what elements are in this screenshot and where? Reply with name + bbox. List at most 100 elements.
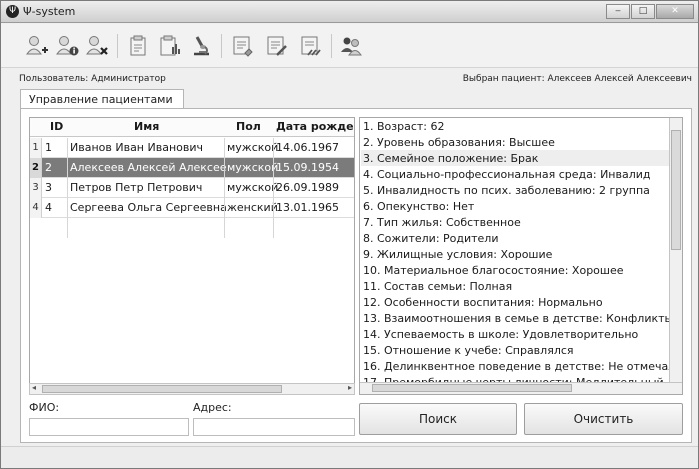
cell-sex: мужской — [227, 181, 279, 194]
microscope-button[interactable] — [187, 32, 215, 60]
scroll-right-icon[interactable]: ▸ — [348, 383, 352, 392]
scroll-left-icon[interactable]: ◂ — [32, 383, 36, 392]
document-stats-icon — [160, 35, 180, 56]
users-group-icon — [341, 37, 362, 56]
info-line: 7. Тип жилья: Собственное — [363, 216, 521, 229]
status-bar — [1, 446, 698, 468]
cell-id: 2 — [45, 161, 52, 174]
info-line: 11. Состав семьи: Полная — [363, 280, 513, 293]
delete-user-button[interactable] — [83, 32, 111, 60]
document-stats-button[interactable] — [155, 32, 183, 60]
info-horizontal-scrollbar[interactable] — [360, 382, 682, 394]
info-line: 9. Жилищные условия: Хорошие — [363, 248, 553, 261]
report-edit-icon — [267, 36, 287, 56]
column-header-name[interactable]: Имя — [134, 120, 159, 133]
app-psi-icon: Ψ — [6, 5, 19, 18]
table-row[interactable]: 1 1 Иванов Иван Иванович мужской 14.06.1… — [30, 138, 354, 158]
report-group-icon — [301, 36, 321, 56]
selected-patient-label: Выбран пациент: Алексеев Алексей Алексее… — [462, 74, 692, 84]
column-header-sex[interactable]: Пол — [236, 120, 261, 133]
row-number: 3 — [30, 178, 42, 198]
cell-name: Иванов Иван Иванович — [70, 141, 203, 154]
info-line: 1. Возраст: 62 — [363, 120, 445, 133]
toolbar — [1, 24, 698, 68]
table-row-selected[interactable]: 2 2 Алексеев Алексей Алексеевич мужской … — [30, 158, 354, 178]
info-line: 12. Особенности воспитания: Нормально — [363, 296, 603, 309]
table-row[interactable]: 4 4 Сергеева Ольга Сергеевна женский 13.… — [30, 198, 354, 218]
search-button[interactable]: Поиск — [359, 403, 517, 435]
toolbar-separator — [221, 34, 222, 58]
title-bar[interactable]: Ψ Ψ-system ‒ □ ✕ — [1, 1, 698, 23]
report-edit-button[interactable] — [263, 32, 291, 60]
minimize-button[interactable]: ‒ — [606, 4, 630, 19]
info-line: 14. Успеваемость в школе: Удовлетворител… — [363, 328, 639, 341]
row-number: 2 — [30, 158, 42, 178]
report-icon — [233, 36, 253, 57]
info-line: 16. Делинквентное поведение в детстве: Н… — [363, 360, 683, 373]
info-vertical-scrollbar[interactable] — [669, 118, 682, 383]
fio-input[interactable] — [29, 418, 189, 436]
cell-dob: 14.06.1967 — [276, 141, 339, 154]
fio-label: ФИО: — [29, 401, 60, 414]
patient-info-list[interactable]: 1. Возраст: 62 2. Уровень образования: В… — [359, 117, 683, 395]
column-divider — [67, 138, 68, 238]
cell-name: Алексеев Алексей Алексеевич — [70, 161, 226, 174]
document-button[interactable] — [125, 32, 153, 60]
user-info-icon — [56, 36, 79, 56]
maximize-button[interactable]: □ — [631, 4, 655, 19]
microscope-icon — [194, 36, 209, 56]
add-user-icon — [26, 36, 48, 55]
cell-dob: 13.01.1965 — [276, 201, 339, 214]
info-line: 5. Инвалидность по псих. заболеванию: 2 … — [363, 184, 650, 197]
info-line: 3. Семейное положение: Брак — [363, 152, 539, 165]
delete-user-icon — [86, 36, 108, 55]
add-user-button[interactable] — [23, 32, 51, 60]
cell-name: Петров Петр Петрович — [70, 181, 203, 194]
table-horizontal-scrollbar[interactable]: ◂ ▸ — [29, 383, 355, 395]
toolbar-separator — [117, 34, 118, 58]
column-divider — [273, 138, 274, 238]
document-icon — [130, 35, 146, 56]
cell-dob: 15.09.1954 — [276, 161, 339, 174]
patients-table[interactable]: ID Имя Пол Дата рождени 1 1 Иванов Иван … — [29, 117, 355, 395]
cell-dob: 26.09.1989 — [276, 181, 339, 194]
table-header: ID Имя Пол Дата рождени — [30, 118, 354, 137]
info-line: 8. Сожители: Родители — [363, 232, 499, 245]
info-line: 13. Взаимоотношения в семье в детстве: К… — [363, 312, 674, 325]
current-user-label: Пользователь: Администратор — [19, 74, 166, 84]
report-button[interactable] — [229, 32, 257, 60]
scrollbar-thumb[interactable] — [42, 385, 282, 393]
cell-sex: мужской — [227, 161, 279, 174]
cell-sex: мужской — [227, 141, 279, 154]
cell-id: 3 — [45, 181, 52, 194]
column-divider — [224, 138, 225, 238]
info-line: 4. Социально-профессиональная среда: Инв… — [363, 168, 651, 181]
user-info-button[interactable] — [53, 32, 81, 60]
address-label: Адрес: — [193, 401, 232, 414]
row-number: 4 — [30, 198, 42, 218]
info-line: 10. Материальное благосостояние: Хорошее — [363, 264, 624, 277]
info-line: 15. Отношение к учебе: Справлялся — [363, 344, 574, 357]
scrollbar-thumb[interactable] — [671, 130, 681, 250]
info-line: 2. Уровень образования: Высшее — [363, 136, 555, 149]
column-header-id[interactable]: ID — [50, 120, 63, 133]
cell-id: 1 — [45, 141, 52, 154]
column-header-dob[interactable]: Дата рождени — [276, 120, 354, 133]
clear-button[interactable]: Очистить — [524, 403, 683, 435]
window-controls: ‒ □ ✕ — [605, 4, 694, 19]
info-line: 6. Опекунство: Нет — [363, 200, 475, 213]
window-title: Ψ-system — [23, 5, 76, 18]
users-group-button[interactable] — [337, 32, 365, 60]
table-row[interactable]: 3 3 Петров Петр Петрович мужской 26.09.1… — [30, 178, 354, 198]
row-number: 1 — [30, 138, 42, 158]
cell-name: Сергеева Ольга Сергеевна — [70, 201, 227, 214]
address-input[interactable] — [193, 418, 355, 436]
cell-id: 4 — [45, 201, 52, 214]
scrollbar-thumb[interactable] — [372, 384, 572, 392]
tab-patient-management[interactable]: Управление пациентами — [20, 89, 184, 109]
close-button[interactable]: ✕ — [656, 4, 694, 19]
app-window: Ψ Ψ-system ‒ □ ✕ Пользователь: Администр… — [0, 0, 699, 469]
toolbar-separator — [331, 34, 332, 58]
report-group-button[interactable] — [297, 32, 325, 60]
cell-sex: женский — [227, 201, 278, 214]
